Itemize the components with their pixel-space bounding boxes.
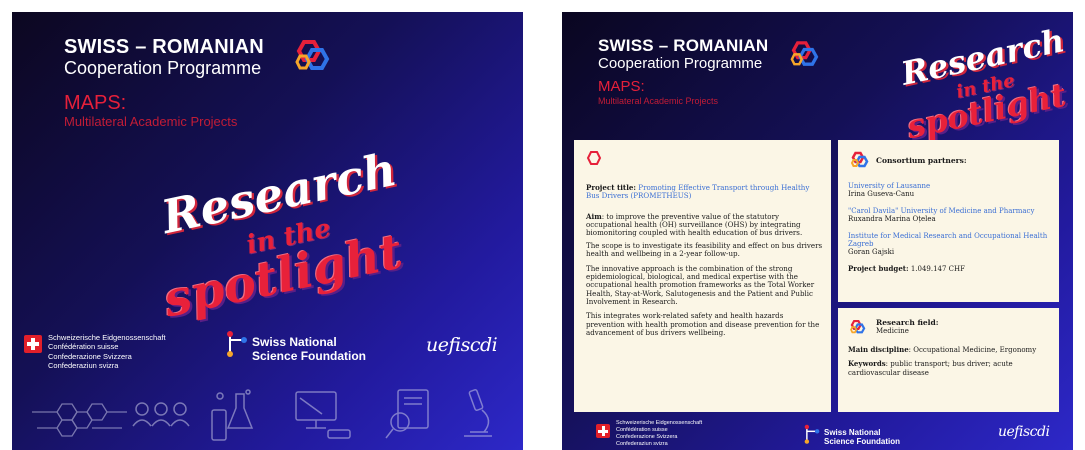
snsf-logo-icon: [227, 331, 247, 357]
fed-line: Confederazione Svizzera: [48, 351, 132, 361]
maps-title: MAPS:: [64, 92, 127, 114]
swiss-confederation-text: Schweizerische Eidgenossenschaft Confédé…: [48, 333, 166, 371]
consortium-heading: Consortium partners:: [876, 155, 967, 165]
research-field-value: Medicine: [876, 327, 909, 335]
red-hexagon-icon: [586, 151, 602, 165]
computer-icon: [295, 391, 351, 439]
snsf-logo-icon: [804, 424, 820, 444]
partner-institution[interactable]: "Carol Davila" University of Medicine an…: [848, 207, 1051, 215]
project-slide: SWISS – ROMANIAN Cooperation Programme M…: [562, 12, 1073, 450]
partner-item: University of Lausanne Irina Guseva-Canu: [848, 182, 1051, 198]
partner-institution[interactable]: University of Lausanne: [848, 182, 1051, 190]
document-search-icon: [385, 389, 429, 439]
keywords-label: Keywords: [848, 359, 886, 369]
research-field-panel: Research field: Medicine Main discipline…: [838, 308, 1059, 412]
fed-line: Confédération suisse: [48, 342, 119, 352]
fed-line: Schweizerische Eidgenossenschaft: [616, 420, 703, 426]
fed-line: Confederazione Svizzera: [616, 433, 678, 440]
swiss-confederation-text: Schweizerische Eidgenossenschaft Confédé…: [616, 420, 702, 448]
research-hexagon-icon: [850, 319, 866, 334]
maps-title: MAPS:: [598, 78, 645, 95]
programme-subtitle: Cooperation Programme: [64, 58, 262, 78]
snsf-wordmark: Swiss National Science Foundation: [824, 428, 900, 446]
people-group-icon: [132, 402, 190, 427]
integrates-text: This integrates work-related safety and …: [586, 311, 820, 338]
microscope-icon: [464, 389, 492, 437]
discipline-value: : Occupational Medicine, Ergonomy: [908, 346, 1037, 354]
fed-line: Schweizerische Eidgenossenschaft: [48, 333, 166, 342]
project-panel: Project title: Promoting Effective Trans…: [574, 140, 831, 412]
snsf-line-1: Swiss National: [252, 335, 337, 349]
maps-subtitle: Multilateral Academic Projects: [598, 96, 719, 106]
programme-title: SWISS – ROMANIAN: [64, 36, 264, 58]
uefiscdi-logo: uefiscdi: [998, 424, 1050, 440]
aim-text: : to improve the preventive value of the…: [586, 211, 803, 238]
scope-text: The scope is to investigate its feasibil…: [586, 240, 823, 259]
innovative-text: The innovative approach is the combinati…: [586, 263, 815, 306]
budget-value: 1.049.147 CHF: [910, 265, 965, 274]
snsf-wordmark: Swiss National Science Foundation: [252, 335, 367, 364]
discipline-label: Main discipline: [848, 345, 909, 354]
snsf-line-2: Science Foundation: [252, 348, 367, 363]
snsf-line-1: Swiss National: [824, 428, 881, 437]
programme-subtitle: Cooperation Programme: [598, 55, 763, 72]
swiss-flag-icon: [24, 335, 42, 353]
partner-person: Goran Gajski: [848, 248, 895, 257]
snsf-line-2: Science Foundation: [824, 437, 901, 447]
partner-person: Ruxandra Marina Oțelea: [848, 215, 936, 224]
budget-label: Project budget:: [848, 264, 909, 274]
partners-hexagon-icon: [850, 151, 869, 168]
molecule-network-icon: [32, 403, 127, 437]
programme-title: SWISS – ROMANIAN: [598, 36, 769, 55]
maps-subtitle: Multilateral Academic Projects: [64, 114, 238, 129]
uefiscdi-logo: uefiscdi: [426, 334, 498, 356]
fed-line: Confederaziun svizra: [48, 361, 119, 371]
fed-line: Confederaziun svizra: [616, 440, 668, 447]
partner-institution[interactable]: Institute for Medical Research and Occup…: [848, 232, 1051, 248]
partner-item: Institute for Medical Research and Occup…: [848, 232, 1051, 256]
swiss-flag-icon: [596, 424, 610, 438]
programme-hexagon-logo-icon: [790, 41, 819, 66]
lab-flasks-icon: [211, 389, 254, 441]
fed-line: Confédération suisse: [616, 426, 668, 433]
partner-item: "Carol Davila" University of Medicine an…: [848, 207, 1051, 223]
consortium-panel: Consortium partners: University of Lausa…: [838, 140, 1059, 302]
programme-hexagon-logo-icon: [295, 40, 330, 70]
partner-person: Irina Guseva-Canu: [848, 190, 915, 199]
cover-slide: SWISS – ROMANIAN Cooperation Programme M…: [12, 12, 523, 450]
research-heading: Research field:: [876, 318, 939, 327]
